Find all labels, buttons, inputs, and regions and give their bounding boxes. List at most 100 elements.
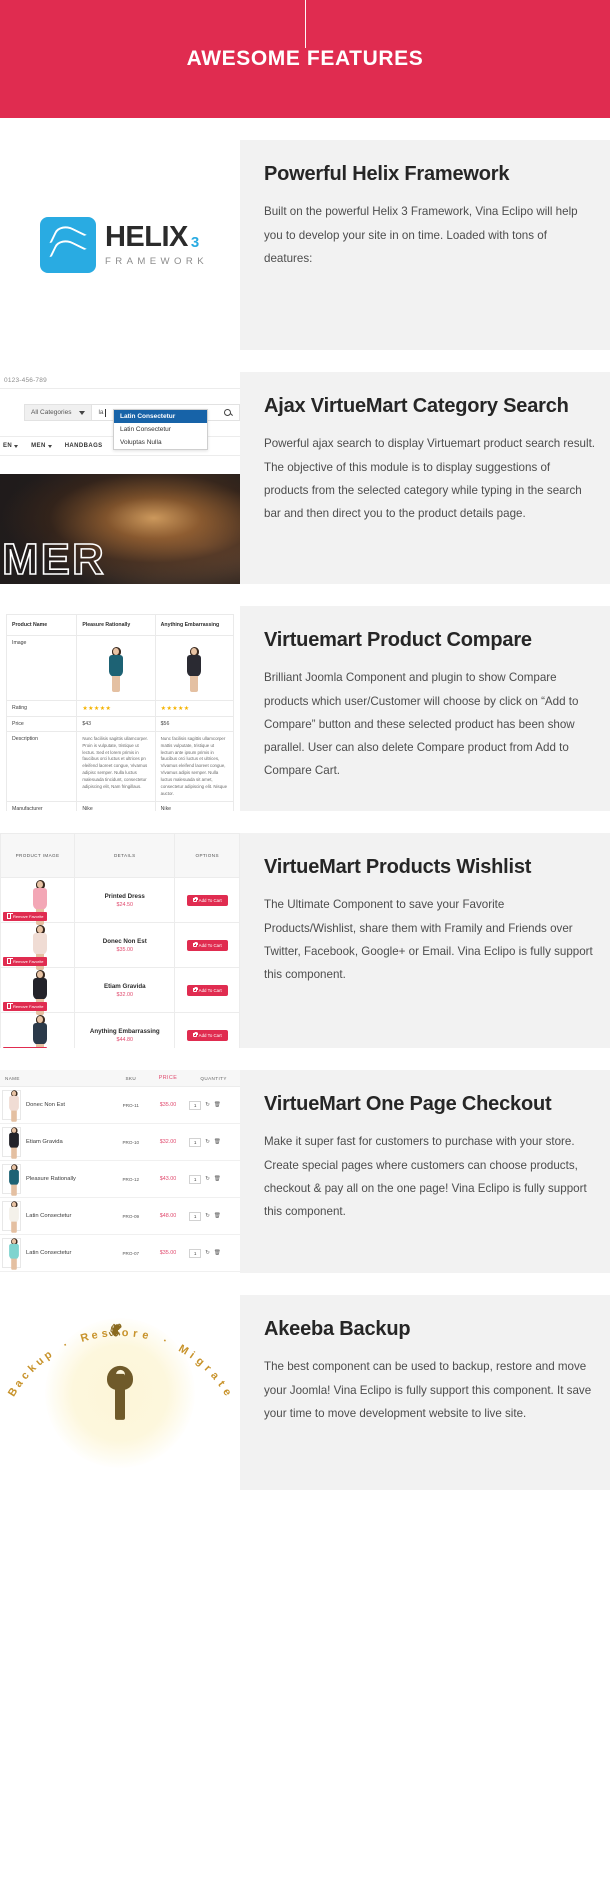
delete-icon[interactable]: 🗑	[214, 1213, 221, 1219]
akeeba-logo: Backup · Restore · Migrate for Jo o m l a! p…	[0, 1295, 240, 1490]
row-label: Description	[5, 730, 78, 803]
product-name-cell: Etiam Gravida	[0, 1123, 113, 1161]
row-label: Rating	[5, 700, 78, 717]
remove-favorite-button[interactable]: Remove Favorite	[3, 1047, 48, 1048]
feature-title: Akeeba Backup	[264, 1318, 411, 1340]
delete-icon[interactable]: 🗑	[214, 1102, 221, 1108]
refresh-icon[interactable]: ↻	[205, 1250, 210, 1256]
table-row: Image	[5, 635, 235, 701]
refresh-icon[interactable]: ↻	[205, 1102, 210, 1108]
search-icon[interactable]	[224, 409, 231, 416]
compare-table: Product Name Pleasure Rationally Anythin…	[0, 606, 240, 811]
nav-item-women[interactable]: EN	[3, 443, 19, 449]
add-to-cart-button[interactable]: Add To Cart	[186, 894, 228, 906]
delete-icon[interactable]: 🗑	[214, 1250, 221, 1256]
shop-phone: 0123-456-789	[4, 376, 47, 384]
remove-favorite-button[interactable]: Remove Favorite	[3, 912, 48, 921]
feature-description: Brilliant Joomla Component and plugin to…	[264, 671, 579, 778]
checkout-table: NAME SKU PRICE QUANTITY Donec Non Est PR…	[0, 1070, 240, 1273]
feature-row-one-page-checkout: NAME SKU PRICE QUANTITY Donec Non Est PR…	[0, 1070, 610, 1273]
category-select[interactable]: All Categories	[24, 404, 93, 421]
product-details-cell: Etiam Gravida $32.00	[74, 967, 176, 1013]
product-name-cell: Latin Consectetur	[0, 1197, 113, 1235]
quantity-input[interactable]: 1	[189, 1211, 202, 1221]
product-quantity-cell: 1 ↻ 🗑	[187, 1234, 240, 1272]
add-to-cart-button[interactable]: Add To Cart	[186, 1029, 228, 1041]
table-row: Pleasure Rationally PRO-12 $43.00 1 ↻ 🗑	[0, 1160, 240, 1198]
chevron-down-icon	[79, 410, 86, 415]
product-options-cell: Add To Cart	[174, 877, 240, 923]
product-options-cell: Add To Cart	[174, 967, 240, 1013]
refresh-icon[interactable]: ↻	[205, 1176, 210, 1182]
product-details-cell: Donec Non Est $35.00	[74, 922, 176, 968]
feature-row-product-compare: Product Name Pleasure Rationally Anythin…	[0, 606, 610, 811]
product-image-cell: Remove Favorite	[0, 1012, 76, 1048]
product-sku: PRO-10	[112, 1123, 149, 1161]
product-name: Latin Consectetur	[26, 1213, 72, 1219]
table-header-row: NAME SKU PRICE QUANTITY	[0, 1070, 240, 1087]
refresh-icon[interactable]: ↻	[205, 1213, 210, 1219]
helix-mark-icon	[39, 217, 96, 273]
product-sku: PRO-11	[112, 1086, 149, 1124]
rating-stars: ★★★★★	[154, 700, 235, 717]
product-manufacturer: Nike	[154, 801, 235, 811]
product-options-cell: Add To Cart	[174, 1012, 240, 1048]
rating-stars: ★★★★★	[76, 700, 156, 717]
product-sku: PRO-09	[112, 1197, 149, 1235]
table-row: Manufacturer Nike Nike	[5, 801, 235, 811]
banner-word: MER	[1, 535, 106, 584]
feature-description: Make it super fast for customers to purc…	[264, 1135, 587, 1218]
delete-icon[interactable]: 🗑	[214, 1139, 221, 1145]
row-label: Product Name	[5, 614, 78, 636]
suggestion-item[interactable]: Latin Consectetur	[114, 410, 207, 423]
refresh-icon[interactable]: ↻	[205, 1139, 210, 1145]
nav-item-handbags[interactable]: HANDBAGS	[65, 443, 103, 449]
checkout-footer: PRODUCT PRICES RESULT $	[0, 1272, 240, 1273]
product-price: $56	[154, 716, 235, 732]
column-header: PRICE	[148, 1070, 188, 1087]
feature-title: Ajax VirtueMart Category Search	[264, 395, 569, 417]
feature-title: VirtueMart One Page Checkout	[264, 1093, 552, 1115]
search-suggestions-dropdown[interactable]: Latin Consectetur Latin Consectetur Volu…	[113, 409, 208, 450]
shop-topbar: 0123-456-789	[0, 372, 240, 389]
nav-item-men[interactable]: MEN	[31, 443, 52, 449]
shop-mockup: 0123-456-789 All Categories la Latin Con…	[0, 372, 240, 584]
quantity-input[interactable]: 1	[189, 1248, 202, 1258]
product-name: Pleasure Rationally	[26, 1176, 76, 1182]
remove-favorite-button[interactable]: Remove Favorite	[3, 957, 48, 966]
suggestion-item[interactable]: Voluptas Nulla	[114, 436, 207, 449]
suggestion-item[interactable]: Latin Consectetur	[114, 423, 207, 436]
table-row: Remove Favorite Etiam Gravida $32.00 Add…	[0, 967, 240, 1015]
product-image-cell: Remove Favorite	[0, 877, 76, 925]
add-to-cart-button[interactable]: Add To Cart	[186, 984, 228, 996]
column-header: NAME	[0, 1070, 113, 1087]
ajax-search-image: 0123-456-789 All Categories la Latin Con…	[0, 372, 240, 584]
product-price: $43	[76, 716, 156, 732]
product-quantity-cell: 1 ↻ 🗑	[187, 1197, 240, 1235]
add-to-cart-button[interactable]: Add To Cart	[186, 939, 228, 951]
product-name: Printed Dress	[104, 892, 145, 900]
quantity-input[interactable]: 1	[189, 1137, 202, 1147]
product-price: $43.00	[148, 1160, 188, 1198]
product-image-cell	[76, 635, 156, 701]
helix-framework-image: HELIX 3 FRAMEWORK	[0, 140, 240, 350]
feature-title: Virtuemart Product Compare	[264, 629, 532, 651]
feature-row-akeeba-backup: Backup · Restore · Migrate for Jo o m l a! p…	[0, 1295, 610, 1490]
product-name-cell: Donec Non Est	[0, 1086, 113, 1124]
delete-icon[interactable]: 🗑	[214, 1176, 221, 1182]
table-row: Etiam Gravida PRO-10 $32.00 1 ↻ 🗑	[0, 1123, 240, 1161]
helix-logo: HELIX 3 FRAMEWORK	[0, 140, 240, 350]
product-sku: PRO-12	[112, 1160, 149, 1198]
product-price: $44.80	[116, 1036, 134, 1043]
product-name: Anything Embarrassing	[154, 614, 235, 636]
quantity-input[interactable]: 1	[189, 1100, 202, 1110]
product-price: $35.00	[148, 1086, 188, 1124]
feature-row-helix: HELIX 3 FRAMEWORK Powerful Helix Framewo…	[0, 140, 610, 350]
product-name: Donec Non Est	[102, 937, 147, 945]
table-header-row: PRODUCT IMAGE DETAILS OPTIONS	[0, 833, 240, 878]
product-name: Donec Non Est	[26, 1102, 65, 1108]
wishlist-table-image: PRODUCT IMAGE DETAILS OPTIONS Remove Fav…	[0, 833, 240, 1048]
remove-favorite-button[interactable]: Remove Favorite	[3, 1002, 48, 1011]
column-header: QUANTITY	[187, 1070, 240, 1087]
quantity-input[interactable]: 1	[189, 1174, 202, 1184]
